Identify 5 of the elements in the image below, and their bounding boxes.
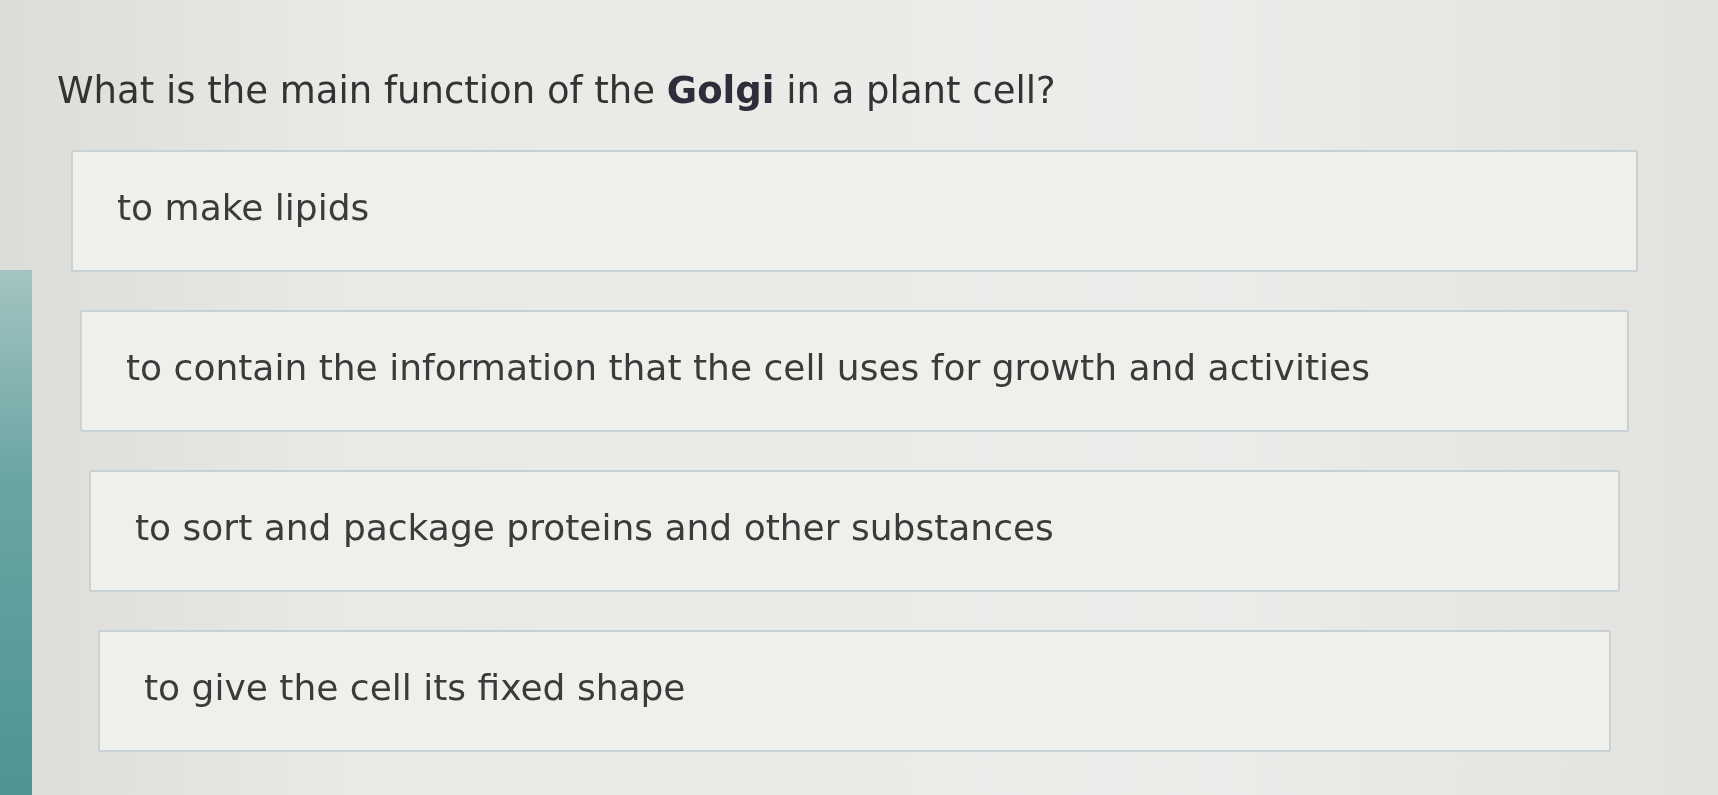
question-text: What is the main function of the Golgi in a plant cell?	[57, 68, 1056, 114]
answer-option[interactable]: to make lipids	[71, 150, 1638, 272]
answer-option[interactable]: to sort and package proteins and other substances	[89, 470, 1620, 592]
answer-option[interactable]: to contain the information that the cell uses for growth and activities	[80, 310, 1629, 432]
answer-option[interactable]: to give the cell its fixed shape	[98, 630, 1611, 752]
